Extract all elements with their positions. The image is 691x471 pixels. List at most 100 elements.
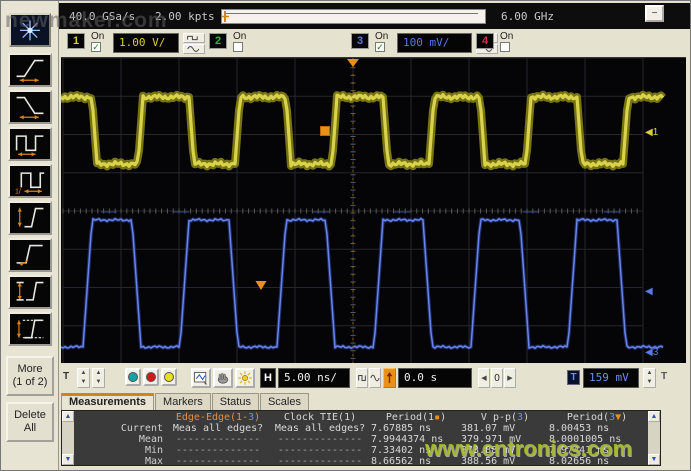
channel-4-badge[interactable]: 4 xyxy=(476,33,494,49)
trigger-level-display[interactable]: 159 mV xyxy=(583,368,639,388)
channel-3-checkbox[interactable]: ✓ xyxy=(375,42,385,52)
channel-2-badge[interactable]: 2 xyxy=(209,33,227,49)
tab-status[interactable]: Status xyxy=(212,393,259,410)
channel-1-coupling-ac-button[interactable] xyxy=(183,44,205,54)
scroll-up-button[interactable]: ▲ xyxy=(648,411,660,422)
measurement-row-label: Max xyxy=(75,456,167,467)
trigger-position-marker[interactable] xyxy=(347,59,359,67)
measurement-value: 388.56 mV xyxy=(461,456,549,467)
channel-2-on-toggle[interactable]: On xyxy=(233,31,255,52)
scroll-down-button[interactable]: ▼ xyxy=(648,454,660,465)
horizontal-position-spinner[interactable]: ▲▼ xyxy=(77,368,90,388)
tab-markers[interactable]: Markers xyxy=(155,393,211,410)
more-button[interactable]: More (1 of 2) xyxy=(6,356,54,396)
sample-rate-readout: 40.0 GSa/s xyxy=(69,10,135,23)
channel-3-badge[interactable]: 3 xyxy=(351,33,369,49)
trigger-position-label: T xyxy=(63,371,69,382)
acquisition-memory-bar[interactable] xyxy=(221,9,486,24)
measurement-row-label: Current xyxy=(75,423,167,434)
channel-level-marker[interactable]: ◀3 xyxy=(645,347,659,358)
channel-1-on-toggle[interactable]: On ✓ xyxy=(91,31,113,52)
measurement-value: Meas all edges? xyxy=(269,423,371,434)
marker-color-yellow-button[interactable] xyxy=(161,368,177,386)
delete-all-label: All xyxy=(24,422,36,434)
measurement-value: -------------- xyxy=(167,456,269,467)
channel-level-marker[interactable]: ◀1 xyxy=(645,127,659,138)
fall-time-icon xyxy=(10,92,50,122)
measurement-value: -------------- xyxy=(269,456,371,467)
v-peak-peak-icon xyxy=(10,203,50,233)
edge-marker-square[interactable] xyxy=(321,127,330,136)
screen-waveform-icon xyxy=(193,370,209,386)
measure-period-button[interactable] xyxy=(8,127,52,161)
trigger-settings-button[interactable] xyxy=(383,368,396,388)
trigger-arrow-icon xyxy=(384,369,395,387)
more-label: More xyxy=(17,363,42,375)
measurement-value: 381.07 mV xyxy=(461,423,549,434)
minimize-button[interactable]: − xyxy=(645,5,664,22)
spark-logo-icon xyxy=(11,15,49,46)
measurement-value: -------------- xyxy=(167,445,269,456)
measurements-panel: ▲ ▼ Edge-Edge(1-3)Clock TIE(1)Period(1▪)… xyxy=(61,410,661,466)
brightness-button[interactable] xyxy=(235,368,255,388)
display-capture-button[interactable] xyxy=(191,368,211,388)
channel-1-coupling-dc-button[interactable] xyxy=(183,33,205,43)
scroll-up-button[interactable]: ▲ xyxy=(62,411,74,422)
delay-right-button[interactable]: ▶ xyxy=(504,368,516,388)
channel-1-scale-display[interactable]: 1.00 V/ xyxy=(113,33,179,53)
more-page-label: (1 of 2) xyxy=(13,376,48,388)
scroll-down-button[interactable]: ▼ xyxy=(62,454,74,465)
horizontal-scale-spinner[interactable]: ▲▼ xyxy=(92,368,105,388)
measure-v-top-button[interactable] xyxy=(8,312,52,346)
measurement-value: 379.971 mV xyxy=(461,434,549,445)
measurements-scrollbar-left[interactable]: ▲ ▼ xyxy=(62,411,74,465)
timebase-display[interactable]: 5.00 ns/ xyxy=(278,368,350,388)
measurement-column-header: Edge-Edge(1-3) xyxy=(167,412,269,423)
measurements-scrollbar-right[interactable]: ▲ ▼ xyxy=(648,411,660,465)
on-label: On xyxy=(375,31,397,42)
horizontal-menu-button[interactable]: H xyxy=(260,368,276,388)
channel-1-badge[interactable]: 1 xyxy=(67,33,85,49)
waveform-display[interactable]: ◀1 ◀ ◀3 xyxy=(61,57,686,363)
measurement-value: 8.02656 ns xyxy=(549,456,645,467)
channel-4-checkbox[interactable] xyxy=(500,42,510,52)
measurement-column-header: V p-p(3) xyxy=(461,412,549,423)
measurement-value: 8.00453 ns xyxy=(549,423,645,434)
channel-1-trace xyxy=(61,95,663,167)
timebase-coarse-button[interactable] xyxy=(369,368,381,388)
svg-text:1/: 1/ xyxy=(15,188,21,196)
measurement-column-header: Period(1▪) xyxy=(371,412,461,423)
pulse-icon xyxy=(357,369,367,387)
touch-pointer-button[interactable] xyxy=(213,368,233,388)
channel-4-on-toggle[interactable]: On xyxy=(500,31,522,52)
marker-color-teal-button[interactable] xyxy=(125,368,141,386)
top-status-bar: 40.0 GSa/s 2.00 kpts 6.00 GHz − xyxy=(59,3,691,29)
delete-all-button[interactable]: Delete All xyxy=(6,402,54,442)
channel-2-checkbox[interactable] xyxy=(233,42,243,52)
delay-left-button[interactable]: ◀ xyxy=(478,368,490,388)
measure-fall-time-button[interactable] xyxy=(8,90,52,124)
delay-display[interactable]: 0.0 s xyxy=(398,368,472,388)
trigger-source-badge[interactable]: T xyxy=(567,370,580,385)
measure-overshoot-button[interactable] xyxy=(8,238,52,272)
measure-rise-time-button[interactable] xyxy=(8,53,52,87)
tab-measurements[interactable]: Measurements xyxy=(61,393,154,410)
trigger-level-spinner[interactable]: ▲▼ xyxy=(643,368,656,388)
channel-level-marker[interactable]: ◀ xyxy=(645,286,653,297)
timebase-fine-button[interactable] xyxy=(356,368,368,388)
channel-1-checkbox[interactable]: ✓ xyxy=(91,42,101,52)
measure-v-amplitude-button[interactable] xyxy=(8,275,52,309)
measure-v-peak-peak-button[interactable] xyxy=(8,201,52,235)
channel-3-scale-display[interactable]: 100 mV/ xyxy=(397,33,472,53)
sine-icon xyxy=(184,45,204,53)
delay-zero-button[interactable]: 0 xyxy=(491,368,503,388)
edge-marker-triangle[interactable] xyxy=(256,281,267,290)
measurement-value: 7.9944374 ns xyxy=(371,434,461,445)
channel-3-on-toggle[interactable]: On ✓ xyxy=(375,31,397,52)
marker-color-red-button[interactable] xyxy=(143,368,159,386)
tab-scales[interactable]: Scales xyxy=(260,393,309,410)
measure-frequency-button[interactable]: 1/ xyxy=(8,164,52,198)
bottom-toolbar: T ▲▼ ▲▼ H 5.00 ns/ xyxy=(59,363,691,393)
measurement-value: Meas all edges? xyxy=(167,423,269,434)
hand-icon xyxy=(215,370,231,386)
